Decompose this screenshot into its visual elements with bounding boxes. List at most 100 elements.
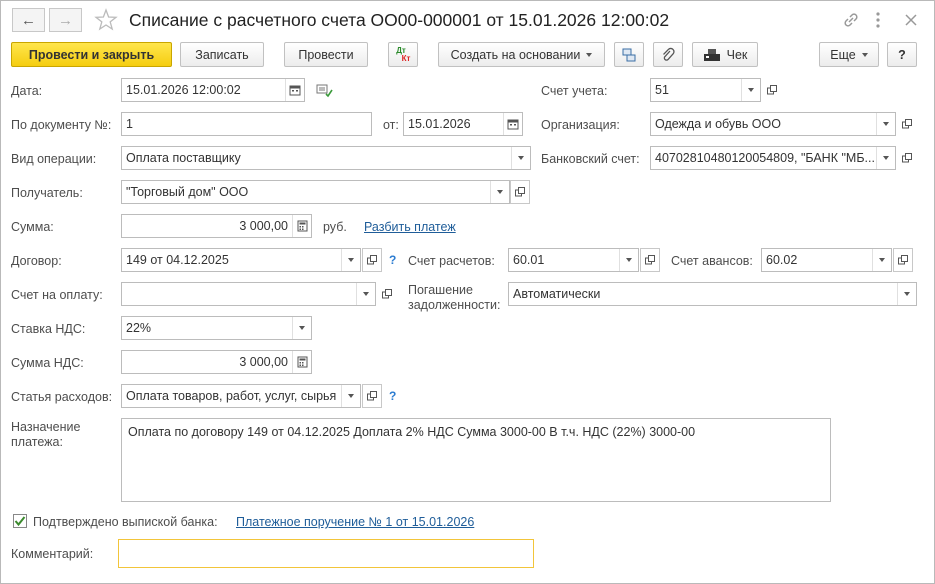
advance-account-dropdown[interactable]	[872, 249, 891, 271]
organization-dropdown[interactable]	[876, 113, 895, 135]
expense-item-label: Статья расходов:	[11, 390, 113, 404]
comment-input[interactable]	[118, 539, 534, 568]
chevron-down-icon	[348, 394, 354, 398]
settlement-account-value: 60.01	[513, 253, 545, 267]
open-icon	[902, 119, 912, 129]
help-button[interactable]: ?	[887, 42, 917, 67]
cash-register-icon	[703, 48, 720, 61]
paperclip-icon	[663, 47, 675, 61]
vat-sum-value: 3 000,00	[239, 355, 288, 369]
payment-order-link[interactable]: Платежное поручение № 1 от 15.01.2026	[236, 515, 474, 529]
invoice-dropdown[interactable]	[356, 283, 375, 305]
save-button[interactable]: Записать	[180, 42, 264, 67]
calculator-icon[interactable]	[292, 351, 311, 373]
back-button[interactable]: ←	[12, 8, 45, 32]
receipt-button[interactable]: Чек	[692, 42, 758, 67]
invoice-field[interactable]	[121, 282, 376, 306]
calendar-icon[interactable]	[285, 79, 304, 101]
organization-open-button[interactable]	[897, 112, 917, 136]
settlement-account-open-button[interactable]	[640, 248, 660, 272]
recipient-open-button[interactable]	[510, 180, 530, 204]
post-button[interactable]: Провести	[284, 42, 368, 67]
expense-help-icon[interactable]: ?	[389, 389, 396, 403]
chevron-down-icon	[626, 258, 632, 262]
calculator-icon[interactable]	[292, 215, 311, 237]
post-and-close-button[interactable]: Провести и закрыть	[11, 42, 172, 67]
purpose-label-line2: платежа:	[11, 435, 63, 449]
bank-account-field[interactable]: 40702810480120054809, "БАНК "МБ...	[650, 146, 896, 170]
expense-item-open-button[interactable]	[362, 384, 382, 408]
vat-rate-select[interactable]: 22%	[121, 316, 312, 340]
settlement-account-field[interactable]: 60.01	[508, 248, 639, 272]
contract-field[interactable]: 149 от 04.12.2025	[121, 248, 361, 272]
create-based-on-label: Создать на основании	[450, 47, 581, 62]
confirmed-label: Подтверждено выпиской банка:	[33, 515, 218, 529]
chevron-down-icon	[883, 156, 889, 160]
close-icon[interactable]	[901, 10, 921, 30]
structure-button[interactable]	[614, 42, 644, 67]
expense-item-field[interactable]: Оплата товаров, работ, услуг, сырья	[121, 384, 361, 408]
recipient-dropdown[interactable]	[490, 181, 509, 203]
vat-sum-field[interactable]: 3 000,00	[121, 350, 312, 374]
settlement-account-dropdown[interactable]	[619, 249, 638, 271]
repayment-label-line1: Погашение	[408, 283, 473, 297]
advance-account-open-button[interactable]	[893, 248, 913, 272]
create-based-on-button[interactable]: Создать на основании	[438, 42, 605, 67]
comment-value	[119, 540, 533, 567]
calendar-icon[interactable]	[503, 113, 522, 135]
favorite-star-icon[interactable]	[94, 8, 118, 32]
doc-date-field[interactable]: 15.01.2026	[403, 112, 523, 136]
account-open-button[interactable]	[762, 78, 782, 102]
account-dropdown[interactable]	[741, 79, 760, 101]
date-field[interactable]: 15.01.2026 12:00:02	[121, 78, 305, 102]
edit-date-icon[interactable]	[315, 82, 333, 98]
purpose-label: Назначение платежа:	[11, 420, 80, 450]
contract-open-button[interactable]	[362, 248, 382, 272]
payment-purpose-textarea[interactable]: Оплата по договору 149 от 04.12.2025 Доп…	[121, 418, 831, 502]
repayment-dropdown[interactable]	[897, 283, 916, 305]
chevron-down-icon	[879, 258, 885, 262]
account-field[interactable]: 51	[650, 78, 761, 102]
confirmed-checkbox[interactable]	[13, 514, 27, 528]
repayment-select[interactable]: Автоматически	[508, 282, 917, 306]
more-vertical-icon[interactable]	[871, 10, 885, 30]
vat-rate-label: Ставка НДС:	[11, 322, 86, 336]
bank-account-open-button[interactable]	[897, 146, 917, 170]
expense-item-dropdown[interactable]	[341, 385, 360, 407]
advance-account-value: 60.02	[766, 253, 798, 267]
operation-type-dropdown[interactable]	[511, 147, 530, 169]
dt-kt-button[interactable]: Дт Кт	[388, 42, 418, 67]
sum-value: 3 000,00	[239, 219, 288, 233]
contract-dropdown[interactable]	[341, 249, 360, 271]
contract-help-icon[interactable]: ?	[389, 253, 396, 267]
chevron-down-icon	[586, 52, 593, 57]
attachment-button[interactable]	[653, 42, 683, 67]
open-icon	[898, 255, 908, 265]
invoice-value	[122, 283, 356, 305]
repayment-label-line2: задолженности:	[408, 298, 501, 312]
recipient-field[interactable]: "Торговый дом" ООО	[121, 180, 510, 204]
open-icon	[382, 289, 392, 299]
comment-label: Комментарий:	[11, 547, 94, 561]
repayment-value: Автоматически	[513, 287, 601, 301]
advance-account-field[interactable]: 60.02	[761, 248, 892, 272]
invoice-open-button[interactable]	[377, 282, 397, 306]
kt-icon: Кт	[401, 53, 411, 63]
split-payment-link[interactable]: Разбить платеж	[364, 220, 456, 234]
sum-field[interactable]: 3 000,00	[121, 214, 312, 238]
forward-button[interactable]: →	[49, 8, 82, 32]
open-icon	[645, 255, 655, 265]
more-button[interactable]: Еще	[819, 42, 879, 67]
doc-number-input[interactable]: 1	[121, 112, 372, 136]
open-icon	[515, 187, 525, 197]
chevron-down-icon	[363, 292, 369, 296]
operation-type-select[interactable]: Оплата поставщику	[121, 146, 531, 170]
link-icon[interactable]	[841, 10, 861, 30]
repayment-label: Погашение задолженности:	[408, 283, 500, 313]
chevron-down-icon	[883, 122, 889, 126]
page-title: Списание с расчетного счета ОО00-000001 …	[129, 10, 670, 30]
account-value: 51	[655, 83, 669, 97]
organization-field[interactable]: Одежда и обувь ООО	[650, 112, 896, 136]
bank-account-dropdown[interactable]	[876, 147, 895, 169]
vat-rate-dropdown[interactable]	[292, 317, 311, 339]
